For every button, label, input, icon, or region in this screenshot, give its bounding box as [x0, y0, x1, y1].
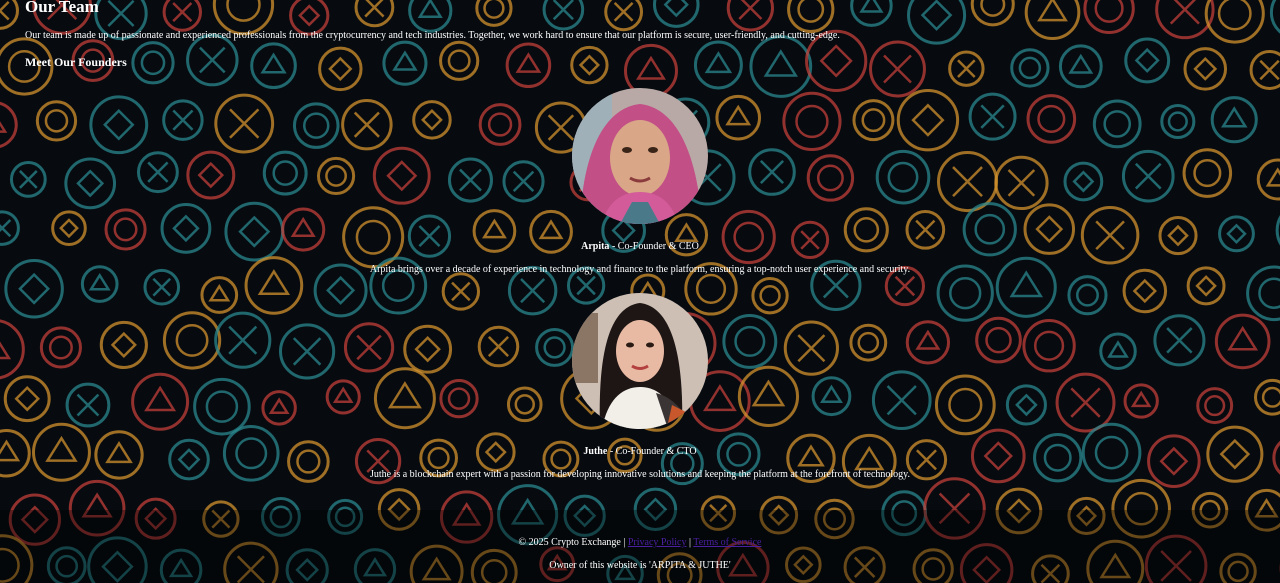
founder-role-juthe: - Co-Founder & CTO	[607, 446, 697, 457]
footer-links-row: © 2025 Crypto Exchange | Privacy Policy …	[0, 536, 1280, 550]
founder-role-arpita: - Co-Founder & CEO	[609, 241, 699, 252]
founder-card-arpita: Arpita - Co-Founder & CEO Arpita brings …	[0, 88, 1280, 277]
owner-text: Owner of this website is 'ARPITA & JUTHE…	[549, 560, 731, 571]
founder-bio-juthe: Juthe is a blockchain expert with a pass…	[369, 469, 911, 480]
founder-photo-arpita	[572, 88, 708, 224]
footer: © 2025 Crypto Exchange | Privacy Policy …	[0, 510, 1280, 583]
founder-bio-arpita: Arpita brings over a decade of experienc…	[369, 264, 911, 275]
founder-title-arpita: Arpita - Co-Founder & CEO	[0, 240, 1280, 254]
team-description: Our team is made up of passionate and ex…	[25, 30, 840, 41]
team-title: Our Team	[25, 0, 99, 16]
founders-heading: Meet Our Founders	[25, 55, 127, 69]
founder-name-arpita: Arpita	[581, 241, 610, 252]
founder-title-juthe: Juthe - Co-Founder & CTO	[0, 445, 1280, 459]
founder-card-juthe: Juthe - Co-Founder & CTO Juthe is a bloc…	[0, 293, 1280, 482]
privacy-policy-link[interactable]: Privacy Policy	[628, 537, 687, 548]
copyright-text: © 2025 Crypto Exchange |	[518, 537, 628, 548]
founder-photo-juthe	[572, 293, 708, 429]
founder-name-juthe: Juthe	[583, 446, 608, 457]
page: Our Team Our team is made up of passiona…	[0, 0, 1280, 583]
terms-of-service-link[interactable]: Terms of Service	[693, 537, 761, 548]
